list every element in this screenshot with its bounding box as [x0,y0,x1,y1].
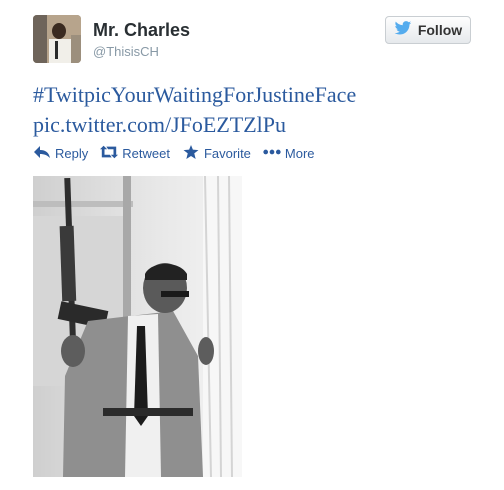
reply-icon [33,145,51,162]
more-label: More [284,146,315,161]
avatar[interactable] [33,15,81,63]
tweet-actions: Reply Retweet Favorite More [33,145,315,162]
follow-button[interactable]: Follow [385,16,471,44]
reply-button[interactable]: Reply [33,145,88,162]
user-name[interactable]: Mr. Charles [93,20,190,41]
follow-button-label: Follow [417,22,463,38]
more-dots-icon [263,145,281,162]
star-icon [182,145,200,162]
twitter-bird-icon [394,21,412,39]
pic-link[interactable]: pic.twitter.com/JFoEZTZlPu [33,110,473,140]
more-button[interactable]: More [263,145,315,162]
favorite-button[interactable]: Favorite [182,145,251,162]
retweet-icon [100,145,119,162]
tweet-text: #TwitpicYourWaitingForJustineFace pic.tw… [33,80,473,140]
user-handle[interactable]: @ThisisCH [93,44,159,59]
favorite-label: Favorite [203,146,251,161]
reply-label: Reply [55,146,89,161]
tweet-photo[interactable] [33,176,242,477]
retweet-button[interactable]: Retweet [100,145,170,162]
retweet-label: Retweet [122,146,170,161]
hashtag-link[interactable]: #TwitpicYourWaitingForJustineFace [33,80,473,110]
